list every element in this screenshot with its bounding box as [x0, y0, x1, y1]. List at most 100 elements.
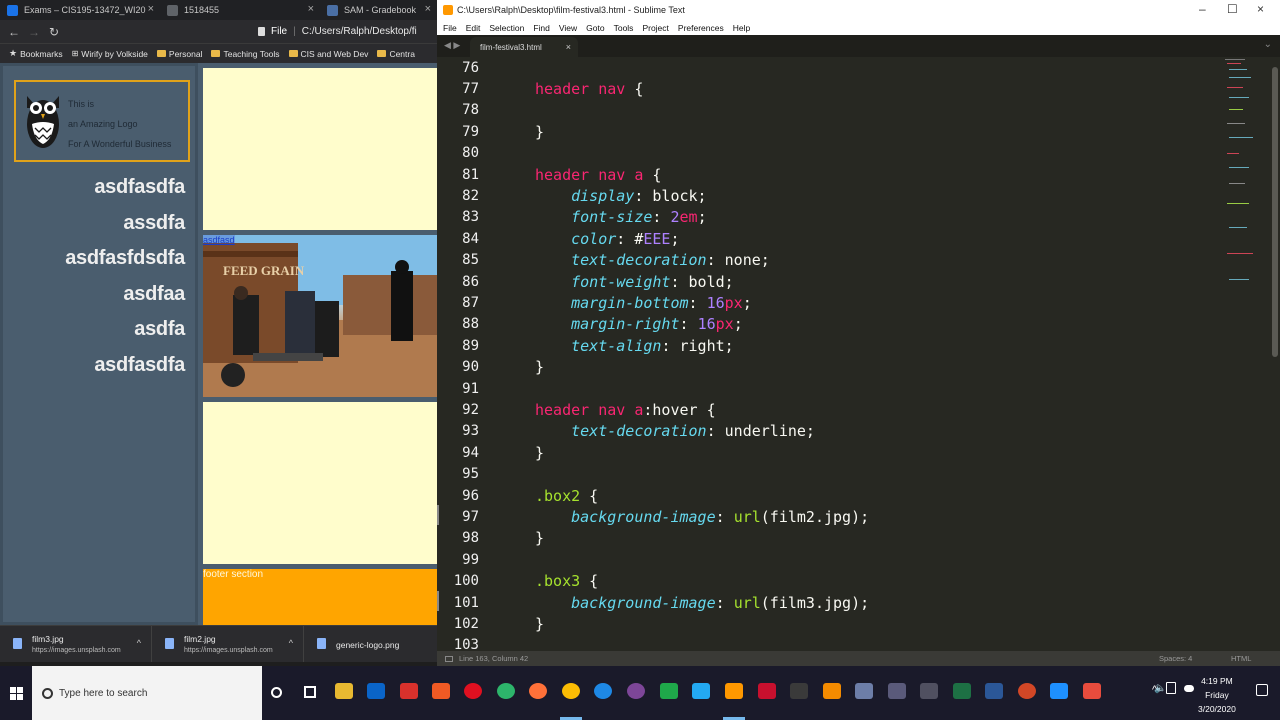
menu-project[interactable]: Project	[642, 23, 668, 33]
grid-app-icon[interactable]	[888, 683, 906, 699]
menu-edit[interactable]: Edit	[466, 23, 481, 33]
outlook-icon[interactable]	[367, 683, 385, 699]
download-item[interactable]: film3.jpg https://images.unsplash.com ^	[0, 625, 152, 662]
close-icon[interactable]: ×	[1257, 2, 1264, 16]
back-icon[interactable]: ←	[4, 25, 24, 39]
menu-file[interactable]: File	[443, 23, 457, 33]
bookmark-teaching-tools[interactable]: Teaching Tools	[211, 49, 280, 59]
status-syntax[interactable]: HTML	[1231, 654, 1251, 663]
status-indentation[interactable]: Spaces: 4	[1159, 654, 1192, 663]
menu-goto[interactable]: Goto	[586, 23, 604, 33]
camtasia-recorder-icon[interactable]	[1083, 683, 1101, 699]
notification-center-icon[interactable]	[1256, 684, 1268, 696]
network-icon[interactable]	[1166, 682, 1176, 694]
minimap[interactable]	[1217, 57, 1269, 651]
address-bar[interactable]: File | C:/Users/Ralph/Desktop/fi	[258, 20, 437, 43]
browser-tab-sam-gradebook[interactable]: SAM - Gradebook ×	[320, 0, 437, 20]
menu-preferences[interactable]: Preferences	[678, 23, 724, 33]
code-line: 94}	[437, 442, 1217, 463]
desktop: Exams – CIS195-13472_WI20 × 1518455 × SA…	[0, 0, 1280, 720]
nav-link[interactable]: asdfasdfa	[65, 170, 185, 206]
code-editor[interactable]: 76 77 header nav { 78 79} 80 81 header nav…	[437, 57, 1280, 651]
forward-icon[interactable]: →	[24, 25, 44, 39]
camtasia-icon[interactable]	[660, 683, 678, 699]
download-item[interactable]: generic-logo.png	[304, 626, 437, 663]
status-bar: Line 163, Column 42 Spaces: 4 HTML	[437, 651, 1280, 666]
filezilla-icon[interactable]	[758, 683, 776, 699]
system-clock[interactable]: 4:19 PM Friday 3/20/2020	[1198, 674, 1236, 716]
close-icon[interactable]: ×	[308, 3, 314, 15]
excel-icon[interactable]	[953, 683, 971, 699]
calendar-app-icon[interactable]	[400, 683, 418, 699]
page-footer: footer section	[203, 569, 437, 625]
snipping-tool-icon[interactable]	[855, 683, 873, 699]
vertical-scrollbar[interactable]	[1272, 67, 1278, 357]
photo-caption[interactable]: asdfasd	[203, 235, 235, 245]
bookmark-centra[interactable]: Centra	[377, 49, 415, 59]
browser-tab-1518455[interactable]: 1518455 ×	[160, 0, 320, 20]
bookmark-bookmarks[interactable]: ★ Bookmarks	[9, 48, 63, 59]
tab-nav-arrows-icon[interactable]: ◀ ▶	[444, 40, 460, 51]
chevron-up-icon[interactable]: ^	[137, 638, 141, 648]
menu-view[interactable]: View	[559, 23, 577, 33]
chevron-down-icon[interactable]: ⌄	[1264, 39, 1272, 50]
bookmark-cis-web-dev[interactable]: CIS and Web Dev	[288, 49, 368, 59]
start-button[interactable]	[0, 666, 32, 720]
image-file-icon	[13, 637, 22, 649]
word-icon[interactable]	[985, 683, 1003, 699]
powerpoint-icon[interactable]	[1018, 683, 1036, 699]
download-item[interactable]: film2.jpg https://images.unsplash.com ^	[152, 625, 304, 662]
typora-icon[interactable]	[790, 683, 808, 699]
minimize-icon[interactable]: –	[1199, 2, 1206, 16]
menu-help[interactable]: Help	[733, 23, 750, 33]
speaker-icon[interactable]: 🔈	[1154, 683, 1166, 694]
close-icon[interactable]: ×	[566, 42, 571, 52]
nav-link[interactable]: asdfasdfa	[65, 348, 185, 384]
download-source: https://images.unsplash.com	[184, 646, 273, 654]
page-info-icon[interactable]	[258, 27, 265, 36]
code-line: 99	[437, 549, 1217, 570]
firefox-icon[interactable]	[529, 683, 547, 699]
task-view-icon[interactable]	[304, 686, 316, 698]
line-number: 76	[462, 59, 479, 76]
download-name: film3.jpg	[32, 633, 64, 644]
calculator-icon[interactable]	[920, 683, 938, 699]
address-text[interactable]: C:/Users/Ralph/Desktop/fi	[302, 26, 417, 37]
cloud-icon[interactable]	[1184, 685, 1194, 692]
chrome-icon[interactable]	[562, 683, 580, 699]
cortana-icon[interactable]	[271, 687, 282, 698]
bookmarks-bar: ★ Bookmarks ⊞ Wirify by Volkside Personal …	[0, 43, 437, 63]
bookmark-wirify[interactable]: ⊞ Wirify by Volkside	[72, 49, 148, 59]
editor-tab-active[interactable]: film-festival3.html ×	[470, 37, 578, 57]
nav-link[interactable]: asdfasfdsdfa	[65, 241, 185, 277]
menu-tools[interactable]: Tools	[614, 23, 634, 33]
internet-explorer-icon[interactable]	[594, 683, 612, 699]
chevron-up-icon[interactable]: ^	[289, 638, 293, 648]
maximize-icon[interactable]: ☐	[1227, 2, 1238, 16]
vlc-icon[interactable]	[823, 683, 841, 699]
bookmark-personal[interactable]: Personal	[156, 49, 202, 59]
reload-icon[interactable]: ↻	[44, 25, 64, 39]
opera-icon[interactable]	[464, 683, 482, 699]
line-number: 88	[462, 316, 479, 333]
browser-tab-exams[interactable]: Exams – CIS195-13472_WI20 ×	[0, 0, 160, 20]
owl-logo-icon	[27, 96, 59, 148]
brave-browser-icon[interactable]	[432, 683, 450, 699]
windows-taskbar: Type here to search ^ 🔈 4:19 PM Friday 3…	[0, 666, 1280, 720]
search-placeholder: Type here to search	[59, 687, 148, 699]
notes-app-icon[interactable]	[1050, 683, 1068, 699]
nav-link[interactable]: asdfa	[65, 312, 185, 348]
file-explorer-icon[interactable]	[335, 683, 353, 699]
vscode-icon[interactable]	[692, 683, 710, 699]
code-line: 79}	[437, 121, 1217, 142]
taskbar-search[interactable]: Type here to search	[32, 666, 262, 720]
nav-link[interactable]: asdfaa	[65, 277, 185, 313]
tor-browser-icon[interactable]	[627, 683, 645, 699]
menu-selection[interactable]: Selection	[489, 23, 524, 33]
close-icon[interactable]: ×	[148, 3, 154, 15]
nav-link[interactable]: assdfa	[65, 206, 185, 242]
menu-find[interactable]: Find	[533, 23, 550, 33]
sublime-text-icon[interactable]	[725, 683, 743, 699]
close-icon[interactable]: ×	[425, 3, 431, 15]
edge-icon[interactable]	[497, 683, 515, 699]
